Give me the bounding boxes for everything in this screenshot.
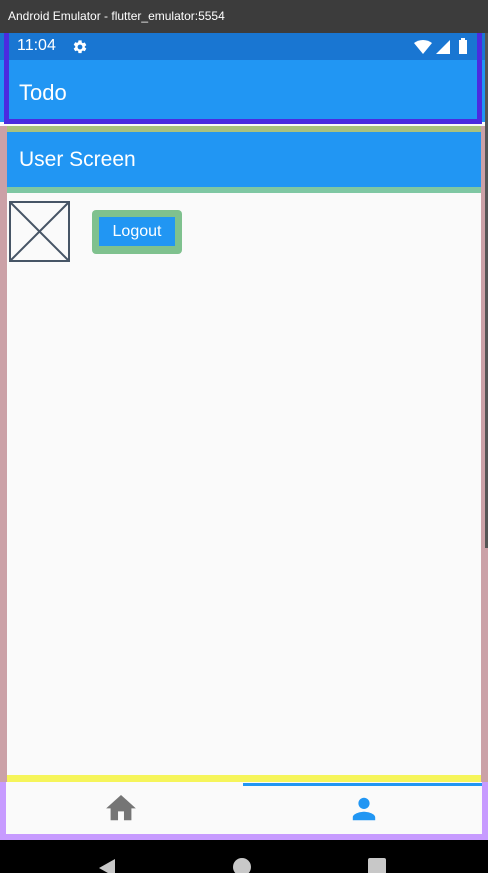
person-icon[interactable] (350, 795, 378, 823)
signal-icon (436, 40, 450, 54)
gear-icon (73, 40, 87, 54)
status-time: 11:04 (17, 37, 56, 54)
user-screen-header: User Screen (7, 132, 481, 187)
logout-button[interactable]: Logout (99, 217, 175, 246)
status-bar: 11:04 (0, 33, 488, 60)
app-bar-title: Todo (19, 80, 67, 105)
home-icon[interactable] (106, 795, 136, 821)
home-circle-icon[interactable] (233, 858, 251, 873)
page-title: User Screen (19, 148, 136, 171)
window-title: Android Emulator - flutter_emulator:5554 (0, 0, 488, 33)
back-icon[interactable] (97, 858, 117, 873)
recents-icon[interactable] (368, 858, 386, 873)
wifi-icon (414, 40, 432, 54)
logout-button-outline: Logout (92, 210, 182, 254)
header-divider (7, 187, 481, 193)
nav-selected-indicator (243, 783, 488, 786)
debug-outline-bottom (7, 775, 481, 782)
device-screen: 11:04 Todo User Screen Logout (0, 33, 488, 840)
app-bar: Todo (0, 60, 488, 122)
image-placeholder-icon (9, 201, 70, 262)
debug-outline-body (0, 126, 488, 782)
battery-icon (459, 38, 467, 54)
bottom-navigation-bar (6, 783, 482, 834)
system-navigation-bar (0, 840, 488, 873)
